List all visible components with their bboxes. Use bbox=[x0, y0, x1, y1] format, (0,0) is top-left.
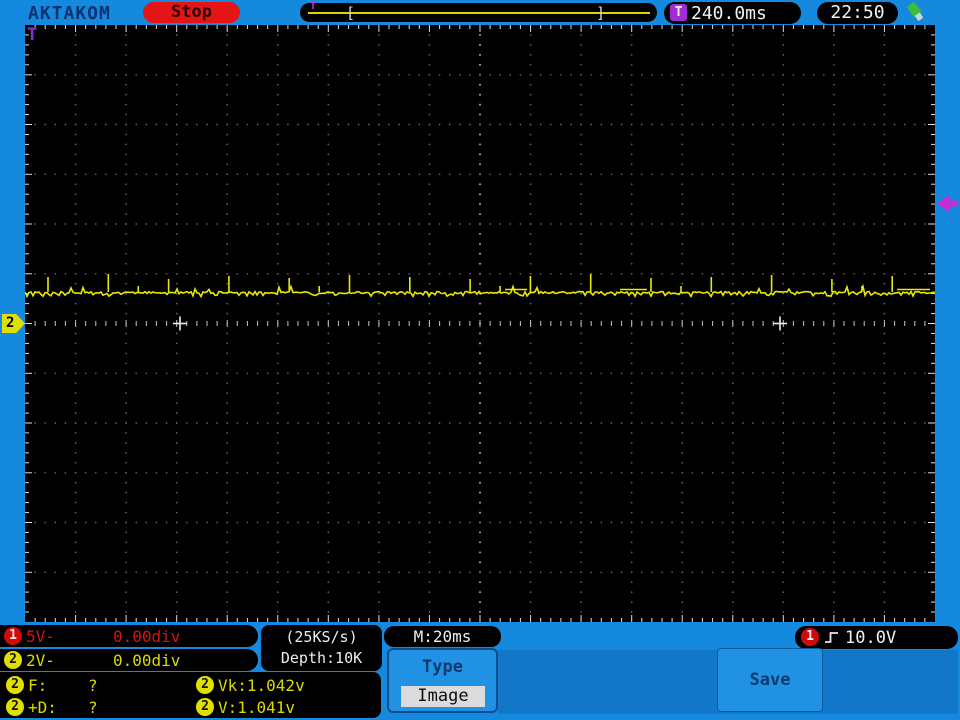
window-right-bracket: ] bbox=[596, 4, 605, 22]
graticule-display: T bbox=[25, 25, 935, 622]
channel2-badge: 2 bbox=[4, 651, 22, 669]
trigger-level-marker bbox=[937, 195, 958, 212]
usb-flash-icon bbox=[905, 1, 929, 25]
rising-edge-icon bbox=[824, 630, 840, 645]
measure-ch-badge: 2 bbox=[196, 676, 214, 694]
channel1-offset: 0.00div bbox=[113, 627, 180, 646]
channel2-scale: 2V- bbox=[26, 651, 55, 670]
acquisition-readout: (25KS/s) Depth:10K bbox=[261, 625, 382, 671]
trigger-t-icon: T bbox=[670, 4, 687, 21]
channel2-readout: 2 2V- 0.00div bbox=[0, 649, 258, 671]
channel1-readout: 1 5V- 0.00div bbox=[0, 625, 258, 647]
trigger-readout: 1 10.0V bbox=[795, 626, 958, 649]
brand-logo: AKTAKOM bbox=[28, 3, 111, 24]
measure-label: F: bbox=[28, 676, 47, 695]
timebase-readout: M:20ms bbox=[384, 626, 501, 647]
memory-depth: Depth:10K bbox=[261, 648, 382, 669]
measure-ch-badge: 2 bbox=[6, 676, 24, 694]
measure-label: +D: bbox=[28, 698, 57, 717]
window-left-bracket: [ bbox=[346, 4, 355, 22]
trigger-source-badge: 1 bbox=[801, 628, 819, 646]
grid-and-trace bbox=[25, 25, 935, 622]
measure-value: ? bbox=[88, 698, 98, 717]
type-menu-selected-value[interactable]: Image bbox=[401, 686, 485, 707]
sample-rate: (25KS/s) bbox=[261, 627, 382, 648]
clock: 22:50 bbox=[817, 2, 898, 24]
channel2-offset: 0.00div bbox=[113, 651, 180, 670]
trigger-level-value: 10.0V bbox=[845, 628, 896, 648]
measure-label: Vk:1.042v bbox=[218, 676, 305, 695]
type-menu-title: Type bbox=[389, 657, 496, 677]
run-state-badge: Stop bbox=[143, 2, 240, 23]
measure-ch-badge: 2 bbox=[6, 698, 24, 716]
channel1-badge: 1 bbox=[4, 627, 22, 645]
save-button[interactable]: Save bbox=[717, 648, 823, 712]
trigger-position-mark: T bbox=[310, 1, 316, 12]
trigger-delay-readout: T 240.0ms bbox=[664, 2, 801, 24]
channel1-scale: 5V- bbox=[26, 627, 55, 646]
type-menu-button[interactable]: Type Image bbox=[387, 648, 498, 713]
trigger-corner-marker: T bbox=[27, 25, 37, 45]
channel2-position-marker: 2 bbox=[2, 314, 25, 333]
oscilloscope-screen: AKTAKOM Stop T [ ] T 240.0ms 22:50 T 2 1… bbox=[0, 0, 960, 720]
measure-value: ? bbox=[88, 676, 98, 695]
trigger-delay-value: 240.0ms bbox=[691, 3, 767, 24]
measurement-row: 2 +D: ? 2 V:1.041v bbox=[0, 696, 381, 718]
measurements-panel: 2 F: ? 2 Vk:1.042v 2 +D: ? 2 V:1.041v bbox=[0, 672, 381, 718]
record-position-bar: T [ ] bbox=[300, 3, 657, 22]
measurement-row: 2 F: ? 2 Vk:1.042v bbox=[0, 674, 381, 696]
measure-ch-badge: 2 bbox=[196, 698, 214, 716]
measure-label: V:1.041v bbox=[218, 698, 295, 717]
